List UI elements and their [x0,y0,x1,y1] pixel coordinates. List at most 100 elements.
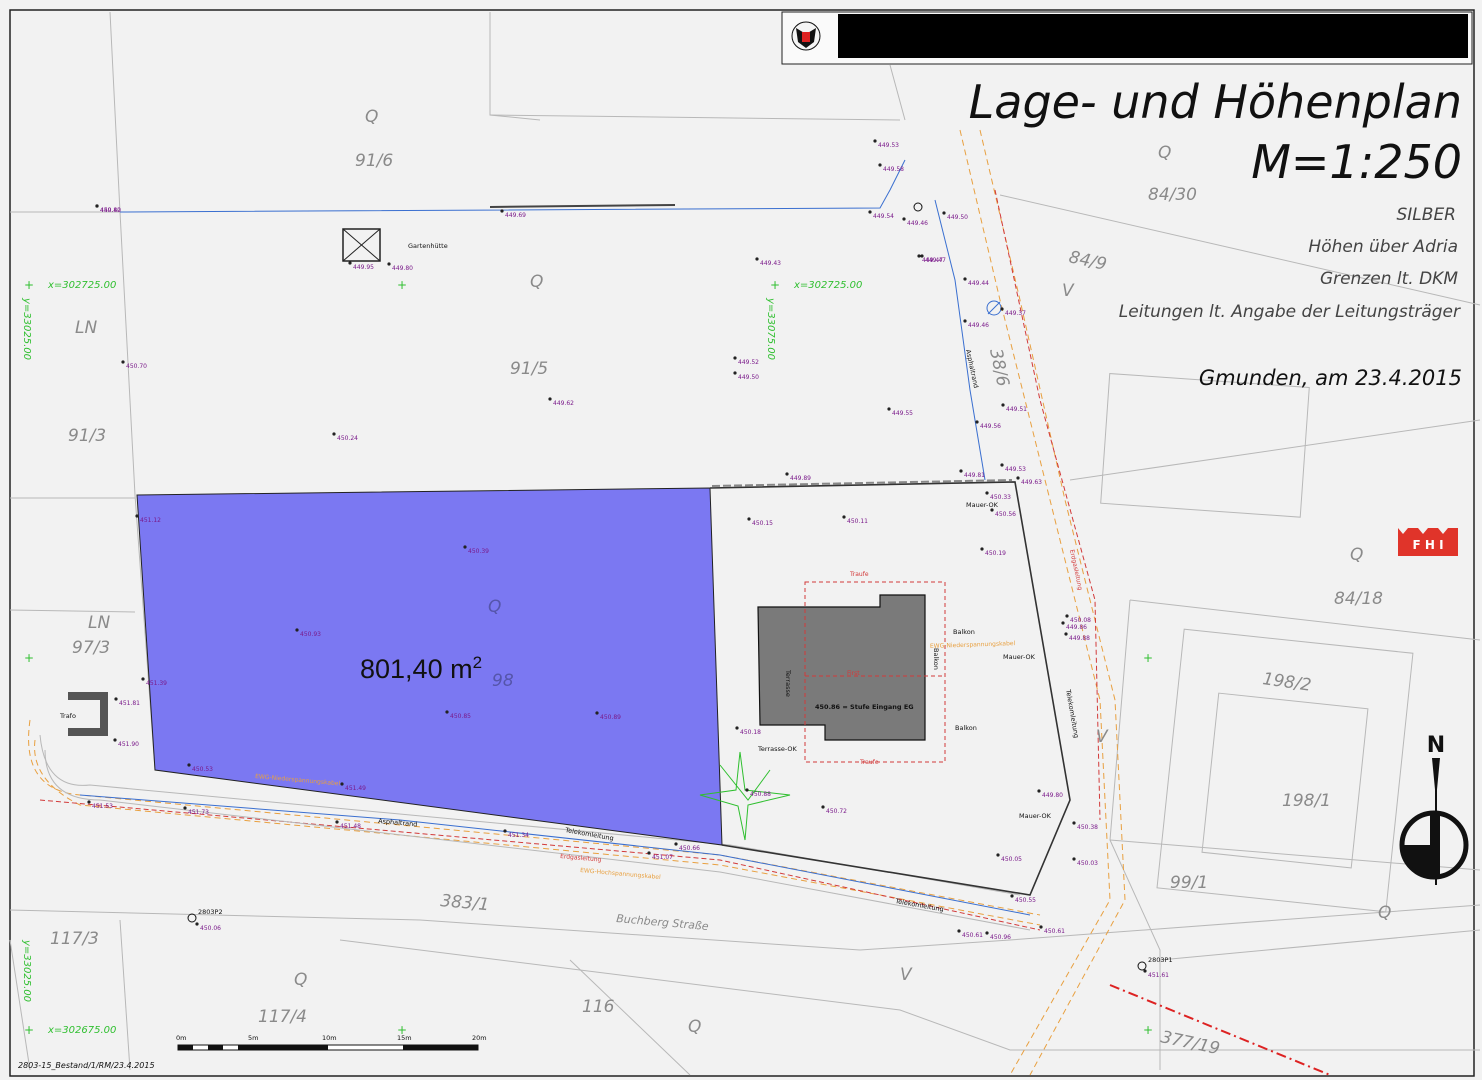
height-point-label: 449.50 [947,214,968,221]
svg-text:Q: Q [688,1017,701,1037]
height-point-label: 450.15 [752,520,773,527]
height-point-marker [887,407,891,411]
height-point-label: 449.56 [980,423,1001,430]
height-point-label: 450.61 [1044,928,1065,935]
svg-text:+: + [1143,1023,1153,1037]
height-point-marker [1143,969,1147,973]
eaves-label-top: Traufe [849,571,869,578]
height-point-label: 450.66 [679,845,700,852]
height-point-marker [821,805,825,809]
place-date: Gmunden, am 23.4.2015 [1199,366,1462,390]
height-point-marker [1037,789,1041,793]
height-point-marker [902,217,906,221]
height-point-marker [121,360,125,364]
height-point-marker [340,782,344,786]
height-point-label: 450.33 [990,494,1011,501]
height-point-label: 449.95 [353,264,374,271]
height-point-marker [674,842,678,846]
height-point-marker [295,628,299,632]
wall-top-label-1: Mauer-OK [966,501,999,509]
height-point-marker [503,829,507,833]
note-borders: Grenzen lt. DKM [1320,269,1458,289]
coord-x3: x=302675.00 [47,1025,116,1036]
height-point-marker [1010,894,1014,898]
height-point-marker [445,710,449,714]
parcel-91-3: 91/3 [68,426,106,446]
height-point-label: 449.54 [873,213,894,220]
svg-text:V: V [900,965,913,985]
height-point-marker [595,711,599,715]
height-point-marker [959,469,963,473]
coord-y3: y=33025.00 [21,939,32,1002]
height-point-marker [113,738,117,742]
svg-text:LN: LN [75,318,97,338]
height-point-marker [873,139,877,143]
balcony-label-bottom: Balkon [955,724,977,732]
svg-text:Q: Q [365,107,378,127]
balcony-label-top: Balkon [953,628,975,636]
height-point-marker [985,491,989,495]
height-point-marker [985,931,989,935]
note-utilities: Leitungen lt. Angabe der Leitungsträger [1119,302,1461,322]
svg-text:V: V [1096,727,1109,747]
height-point-label: 449.37 [1005,310,1026,317]
height-point-marker [335,820,339,824]
parcel-99-1: 99/1 [1170,873,1208,893]
height-point-label: 450.05 [1001,856,1022,863]
wall-top-label-2: Mauer-OK [1003,653,1036,661]
height-point-label: 449.53 [878,142,899,149]
height-point-marker [1061,621,1065,625]
height-point-label: 450.88 [750,791,771,798]
height-point-label: 450.38 [1077,824,1098,831]
height-point-label: 451.48 [340,823,361,830]
height-point-marker [842,515,846,519]
coord-x2: x=302725.00 [793,280,862,291]
height-point-label: 449.89 [790,475,811,482]
entrance-step-label: 450.86 = Stufe Eingang EG [815,703,914,711]
height-point-label: 449.46 [907,220,928,227]
height-point-label: 449.55 [892,410,913,417]
eaves-label-bottom: Traufe [859,759,879,766]
parcel-198-1: 198/1 [1282,791,1331,811]
height-point-marker [1000,463,1004,467]
height-point-marker [785,472,789,476]
parcel-area-label: 801,40 m2 [360,653,482,684]
height-point-marker [963,277,967,281]
terrace-top-label: Terrasse-OK [757,745,797,753]
height-point-label: 450.19 [985,550,1006,557]
height-point-marker [548,397,552,401]
redacted-header-bar [838,14,1468,58]
height-point-label: 450.18 [740,729,761,736]
height-point-marker [990,508,994,512]
height-point-label: 449.80 [1042,792,1063,799]
height-point-label: 450.93 [300,631,321,638]
garden-shed-label: Gartenhütte [408,242,448,250]
svg-text:Q: Q [530,272,543,292]
svg-text:5m: 5m [248,1034,258,1042]
parcel-117-4: 117/4 [258,1007,307,1027]
height-point-label: 450.61 [962,932,983,939]
height-point-marker [733,356,737,360]
height-point-marker [332,432,336,436]
parcel-97-3: 97/3 [72,638,110,658]
height-point-marker [1072,857,1076,861]
height-point-label: 451.34 [508,832,529,839]
height-point-label: 451.49 [345,785,366,792]
height-point-label: 449.46 [968,322,989,329]
height-point-marker [735,726,739,730]
height-point-marker [195,922,199,926]
svg-text:Q: Q [1378,903,1391,923]
svg-text:Q: Q [488,597,501,617]
height-point-label: 449.52 [738,359,759,366]
parcel-91-5: 91/5 [510,359,548,379]
height-point-label: 450.03 [1077,860,1098,867]
svg-text:F H I: F H I [1412,538,1443,552]
height-point-label: 449.63 [1021,479,1042,486]
height-point-label: 451.61 [1148,972,1169,979]
file-reference: 2803-15_Bestand/1/RM/23.4.2015 [18,1061,155,1070]
svg-text:Q: Q [1350,545,1363,565]
coord-y2: y=33075.00 [765,297,776,360]
height-point-marker [1000,307,1004,311]
height-point-label: 449.58 [883,166,904,173]
height-point-marker [996,853,1000,857]
